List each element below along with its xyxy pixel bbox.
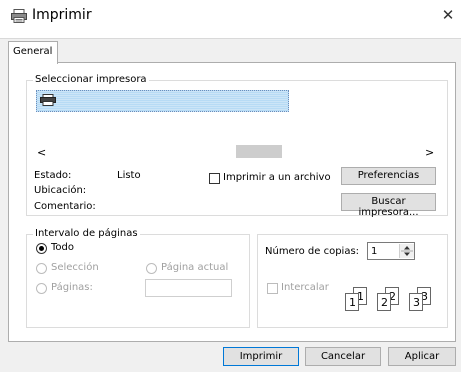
tab-general[interactable]: General (8, 41, 58, 64)
status-value: Listo (117, 170, 141, 181)
current-page-label: Página actual (161, 262, 229, 273)
copies-value: 1 (371, 246, 378, 257)
scroll-right-arrow[interactable]: > (425, 146, 434, 159)
select-printer-legend: Seleccionar impresora (33, 74, 149, 85)
all-pages-label: Todo (51, 242, 74, 253)
pages-input[interactable] (145, 279, 232, 297)
location-label: Ubicación: (34, 185, 87, 196)
collate-label: Intercalar (281, 282, 329, 293)
collate-page: 2 (377, 293, 391, 311)
selection-label: Selección (51, 262, 99, 273)
close-icon[interactable]: ✕ (440, 6, 456, 24)
find-printer-button[interactable]: Buscar impresora... (341, 193, 436, 218)
print-to-file-label: Imprimir a un archivo (223, 172, 331, 183)
title-bar: Imprimir ✕ (0, 0, 461, 32)
printer-list-selected-item[interactable] (36, 90, 289, 112)
collate-page: 3 (409, 293, 423, 311)
page-range-legend: Intervalo de páginas (33, 228, 140, 239)
collate-page: 1 (345, 293, 359, 311)
status-label: Estado: (34, 170, 72, 181)
copies-label: Número de copias: (265, 246, 360, 257)
window-title: Imprimir (32, 7, 92, 23)
preferences-button[interactable]: Preferencias (341, 167, 436, 185)
pages-radio[interactable] (36, 283, 47, 294)
apply-button[interactable]: Aplicar (388, 347, 456, 366)
current-page-radio[interactable] (146, 263, 157, 274)
cancel-button[interactable]: Cancelar (305, 347, 381, 366)
print-to-file-checkbox[interactable] (209, 173, 220, 184)
collate-checkbox[interactable] (267, 283, 278, 294)
collate-illustration: 1 1 2 2 3 3 (343, 281, 443, 323)
all-pages-radio[interactable] (36, 243, 47, 254)
pages-label: Páginas: (51, 282, 93, 293)
comment-label: Comentario: (34, 201, 96, 212)
printer-icon (11, 9, 27, 23)
scroll-left-arrow[interactable]: < (37, 146, 46, 159)
scrollbar-thumb[interactable] (236, 145, 282, 158)
selection-radio[interactable] (36, 263, 47, 274)
print-button[interactable]: Imprimir (223, 347, 299, 366)
printer-icon (40, 94, 56, 106)
spinner-arrows-icon[interactable] (399, 244, 414, 258)
tab-label: General (13, 46, 53, 57)
